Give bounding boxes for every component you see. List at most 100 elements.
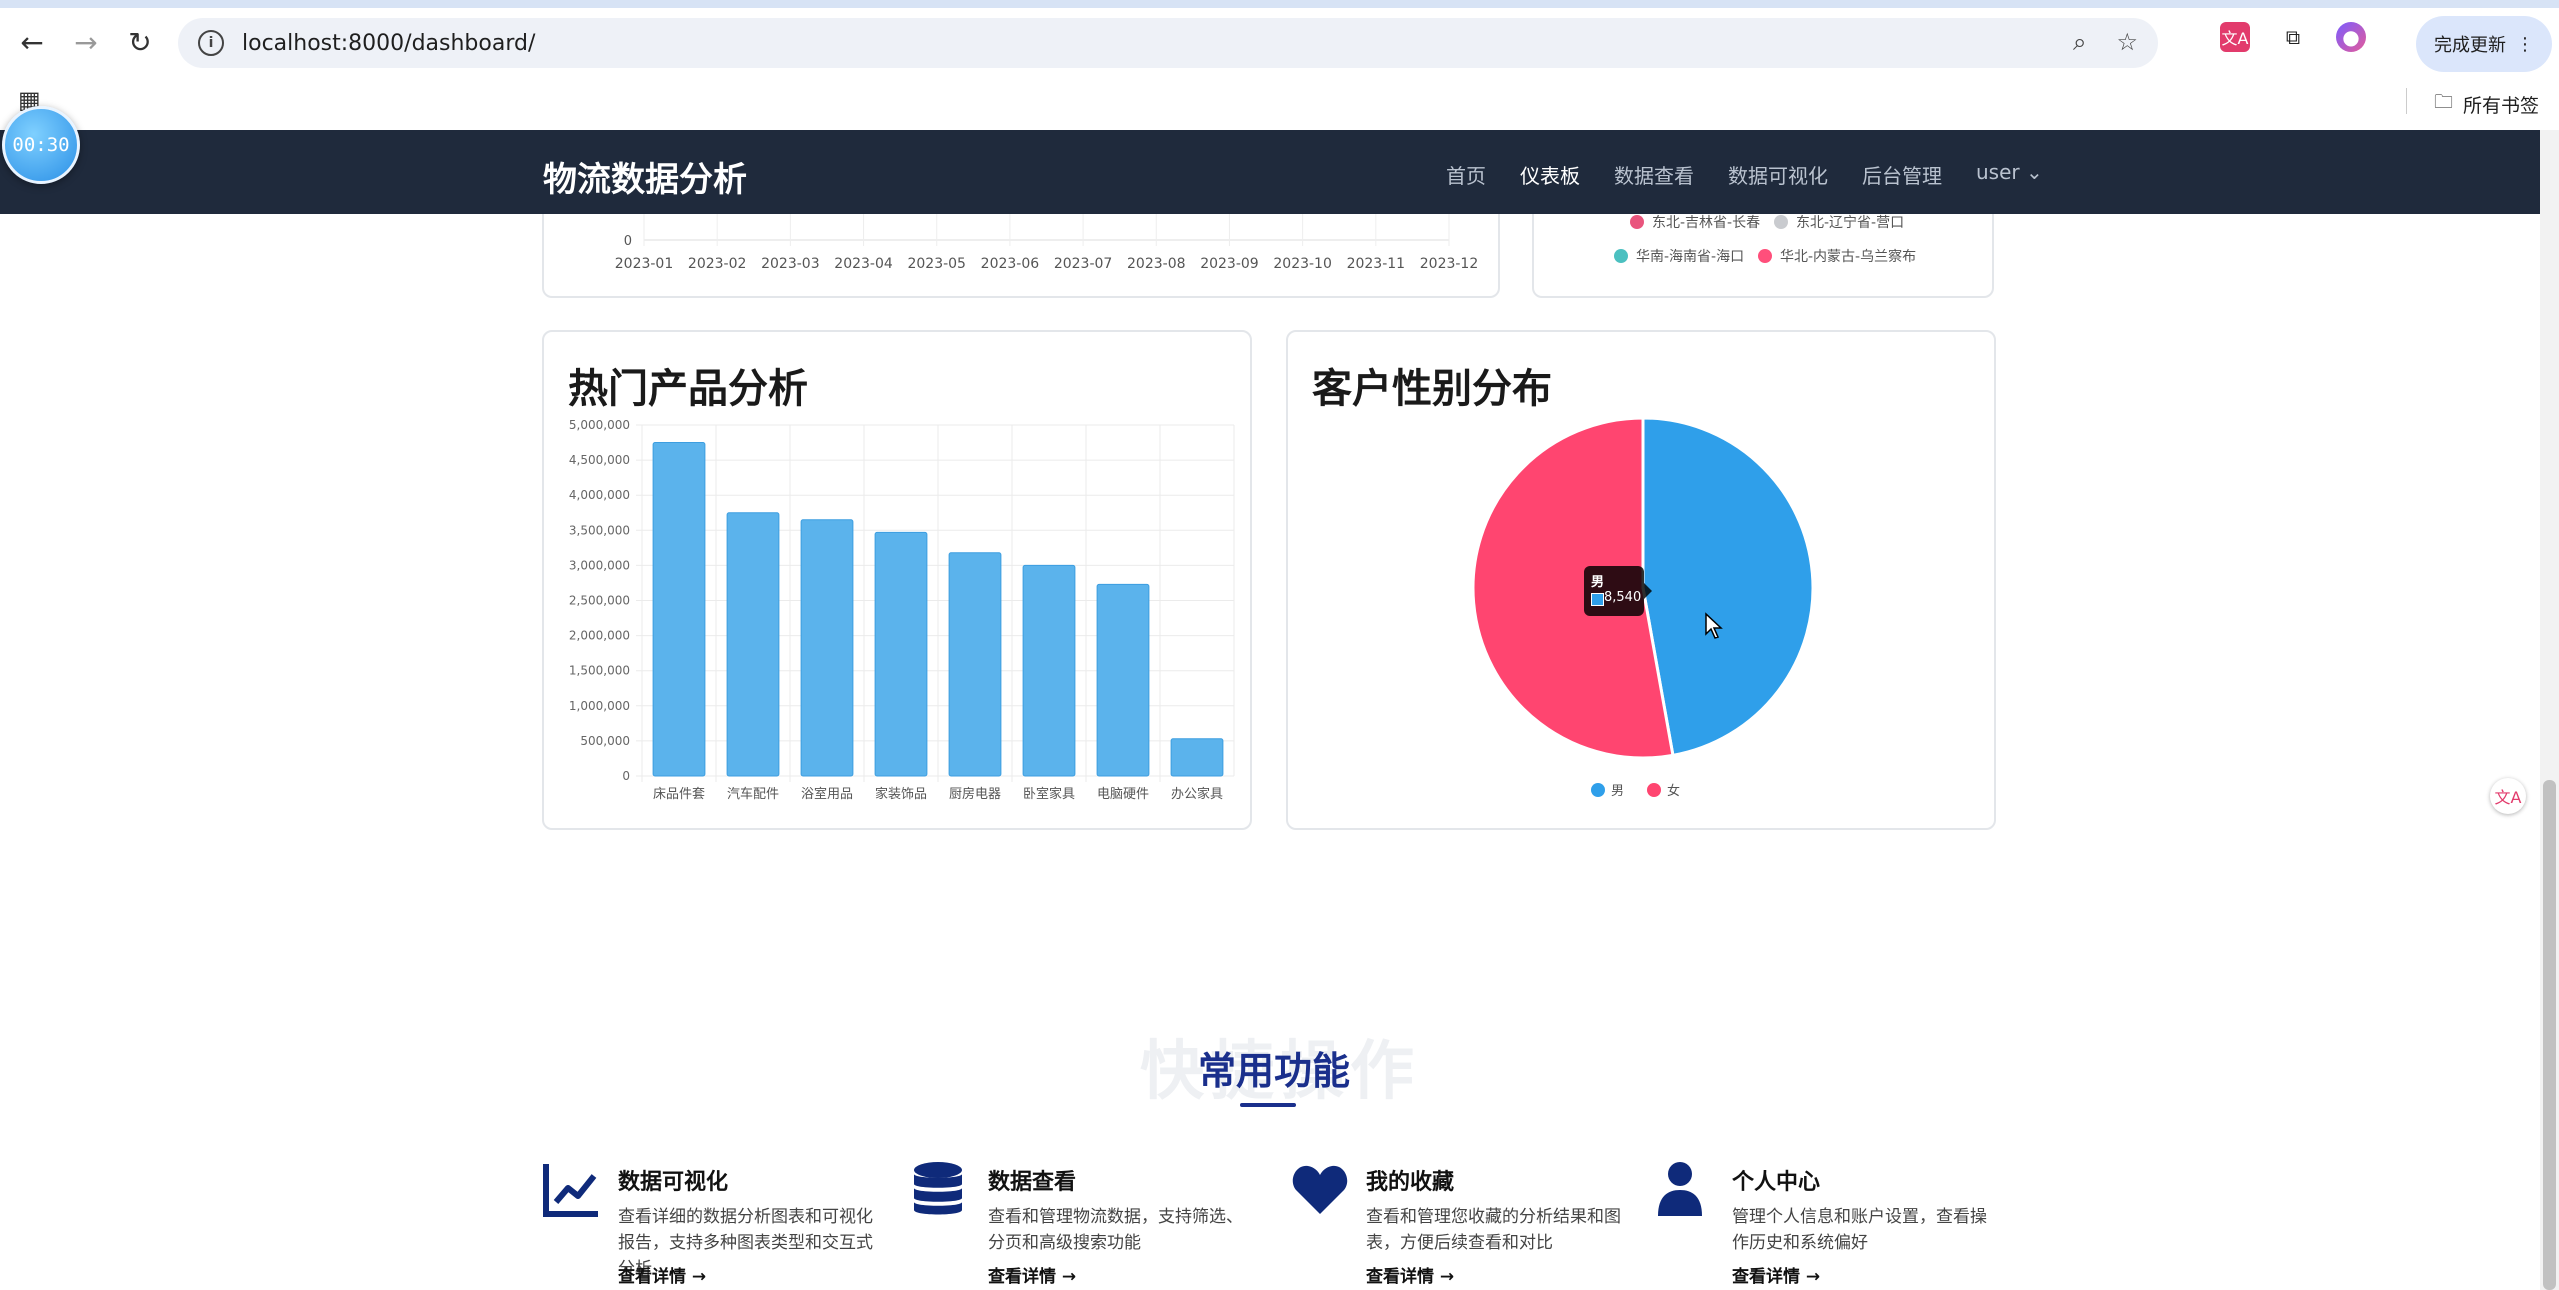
mouse-cursor-icon: [1705, 612, 1723, 639]
zoom-icon[interactable]: ⌕: [2073, 28, 2086, 56]
bar-y-tick: 2,500,000: [569, 594, 630, 608]
bar-y-tick: 4,000,000: [569, 488, 630, 502]
region-legend-item[interactable]: 华北-内蒙古-乌兰察布: [1758, 246, 1916, 266]
bar-y-tick: 5,000,000: [569, 418, 630, 432]
feature-title: 数据可视化: [618, 1170, 729, 1195]
update-label: 完成更新: [2434, 35, 2506, 56]
legend-dot: [1774, 215, 1788, 229]
floating-timer[interactable]: 00:30: [2, 106, 80, 184]
hot-products-bar-chart[interactable]: 5,000,000 4,500,000 4,000,000 3,500,000 3,00…: [544, 332, 1254, 832]
bar-y-tick: 2,000,000: [569, 629, 630, 643]
feature-title: 我的收藏: [1366, 1170, 1455, 1195]
region-legend-item[interactable]: 东北-吉林省-长春: [1630, 212, 1760, 232]
bar-x-tick: 电脑硬件: [1097, 787, 1149, 802]
heart-icon: [1292, 1165, 1348, 1214]
update-button[interactable]: 完成更新 ⋮: [2416, 16, 2552, 72]
section-title: 常用功能: [1198, 1049, 1351, 1093]
line-y-tick-0: 0: [624, 234, 632, 249]
line-x-tick: 2023-07: [1054, 256, 1113, 272]
line-x-tick: 2023-04: [834, 256, 893, 272]
brand-title[interactable]: 物流数据分析: [543, 152, 747, 201]
legend-label: 东北-吉林省-长春: [1652, 215, 1761, 231]
legend-label: 华北-内蒙古-乌兰察布: [1780, 249, 1917, 265]
gender-distribution-card: 客户性别分布 男女 男 8,540: [1286, 330, 1996, 830]
forward-icon[interactable]: →: [66, 22, 106, 62]
back-icon[interactable]: ←: [12, 22, 52, 62]
pie-slice-0: [1641, 416, 1815, 758]
folder-icon: 🗀: [2433, 91, 2453, 113]
hot-products-card: 热门产品分析 5,000,000 4,500,000 4,000,000 3,500,…: [542, 330, 1252, 830]
browser-chrome: ← → ↻ i localhost:8000/dashboard/ ⌕ ☆ 文A…: [0, 0, 2559, 130]
bar-y-tick: 3,500,000: [569, 523, 630, 537]
extensions-icon[interactable]: ⧉: [2278, 22, 2308, 52]
feature-desc: 管理个人信息和账户设置，查看操作历史和系统偏好: [1732, 1207, 1987, 1253]
nav-link-5[interactable]: user ⌄: [1976, 160, 2043, 189]
line-x-tick: 2023-05: [907, 256, 966, 272]
feature-title: 个人中心: [1732, 1170, 1821, 1195]
feature-link[interactable]: 查看详情 →: [988, 1262, 1076, 1287]
translate-float-icon[interactable]: 文A: [2490, 778, 2526, 814]
feature-link[interactable]: 查看详情 →: [1732, 1262, 1820, 1287]
tooltip-swatch: [1591, 593, 1604, 606]
reload-icon[interactable]: ↻: [120, 22, 160, 62]
nav-link-4[interactable]: 后台管理: [1862, 160, 1942, 189]
bar-0: [652, 442, 706, 777]
site-info-icon[interactable]: i: [198, 30, 224, 56]
all-bookmarks-button[interactable]: 🗀 所有书签: [2434, 88, 2539, 120]
bookmark-separator: [2406, 88, 2407, 114]
bar-y-tick: 3,000,000: [569, 558, 630, 572]
bar-x-tick: 浴室用品: [801, 786, 853, 802]
scrollbar-thumb[interactable]: [2543, 780, 2556, 1290]
nav-link-3[interactable]: 数据可视化: [1728, 160, 1828, 189]
region-legend-item[interactable]: 东北-辽宁省-营口: [1774, 212, 1904, 232]
bar-x-tick: 汽车配件: [727, 786, 779, 802]
profile-avatar[interactable]: ●: [2336, 22, 2366, 52]
feature-link[interactable]: 查看详情 →: [1366, 1262, 1454, 1287]
bar-5: [1022, 564, 1076, 777]
chart-line-icon: [543, 1164, 598, 1217]
database-icon: [914, 1162, 962, 1215]
bar-x-tick: 家装饰品: [875, 786, 927, 802]
bookmark-star-icon[interactable]: ☆: [2116, 28, 2138, 56]
translate-extension-icon[interactable]: 文A: [2220, 22, 2250, 52]
site-navbar: 物流数据分析 首页 仪表板 数据查看 数据可视化 后台管理 user ⌄: [0, 130, 2540, 214]
bar-7: [1170, 738, 1224, 777]
feature-title: 数据查看: [988, 1170, 1077, 1195]
pie-legend-dot: [1647, 783, 1661, 797]
bar-y-tick: 1,000,000: [569, 699, 630, 713]
feature-desc: 查看和管理您收藏的分析结果和图表，方便后续查看和对比: [1366, 1207, 1621, 1253]
bar-y-tick: 4,500,000: [569, 453, 630, 467]
line-x-tick: 2023-03: [761, 256, 820, 272]
address-bar[interactable]: i localhost:8000/dashboard/ ⌕ ☆: [178, 18, 2158, 68]
line-x-tick: 2023-08: [1127, 256, 1186, 272]
bar-y-tick: 500,000: [580, 734, 630, 748]
nav-link-0[interactable]: 首页: [1446, 160, 1486, 189]
legend-dot: [1758, 249, 1772, 263]
bar-4: [948, 552, 1002, 777]
bar-x-tick: 办公家具: [1171, 786, 1223, 802]
pie-tooltip: 男 8,540: [1584, 566, 1652, 616]
user-icon: [1658, 1162, 1702, 1216]
legend-dot: [1630, 215, 1644, 229]
line-x-tick: 2023-12: [1420, 256, 1479, 272]
tooltip-caret: [1644, 583, 1652, 599]
feature-link[interactable]: 查看详情 →: [618, 1262, 706, 1287]
bar-6: [1096, 583, 1150, 777]
tooltip-label: 男: [1591, 575, 1605, 590]
bar-1: [726, 512, 780, 777]
bar-3: [874, 531, 928, 777]
line-x-tick: 2023-10: [1273, 256, 1332, 272]
feature-desc: 查看和管理物流数据，支持筛选、分页和高级搜索功能: [988, 1207, 1243, 1253]
section-underline: [1240, 1103, 1296, 1107]
region-legend-item[interactable]: 华南-海南省-海口: [1614, 246, 1744, 266]
nav-link-1[interactable]: 仪表板: [1520, 160, 1580, 189]
pie-legend-label: 男: [1611, 784, 1624, 799]
all-bookmarks-label: 所有书签: [2462, 94, 2539, 117]
bar-y-tick: 1,500,000: [569, 664, 630, 678]
legend-dot: [1614, 249, 1628, 263]
bar-y-tick: 0: [622, 769, 630, 783]
pie-legend-dot: [1591, 783, 1605, 797]
pie-legend-label: 女: [1667, 783, 1680, 799]
nav-link-2[interactable]: 数据查看: [1614, 160, 1694, 189]
url-text[interactable]: localhost:8000/dashboard/: [242, 31, 535, 56]
